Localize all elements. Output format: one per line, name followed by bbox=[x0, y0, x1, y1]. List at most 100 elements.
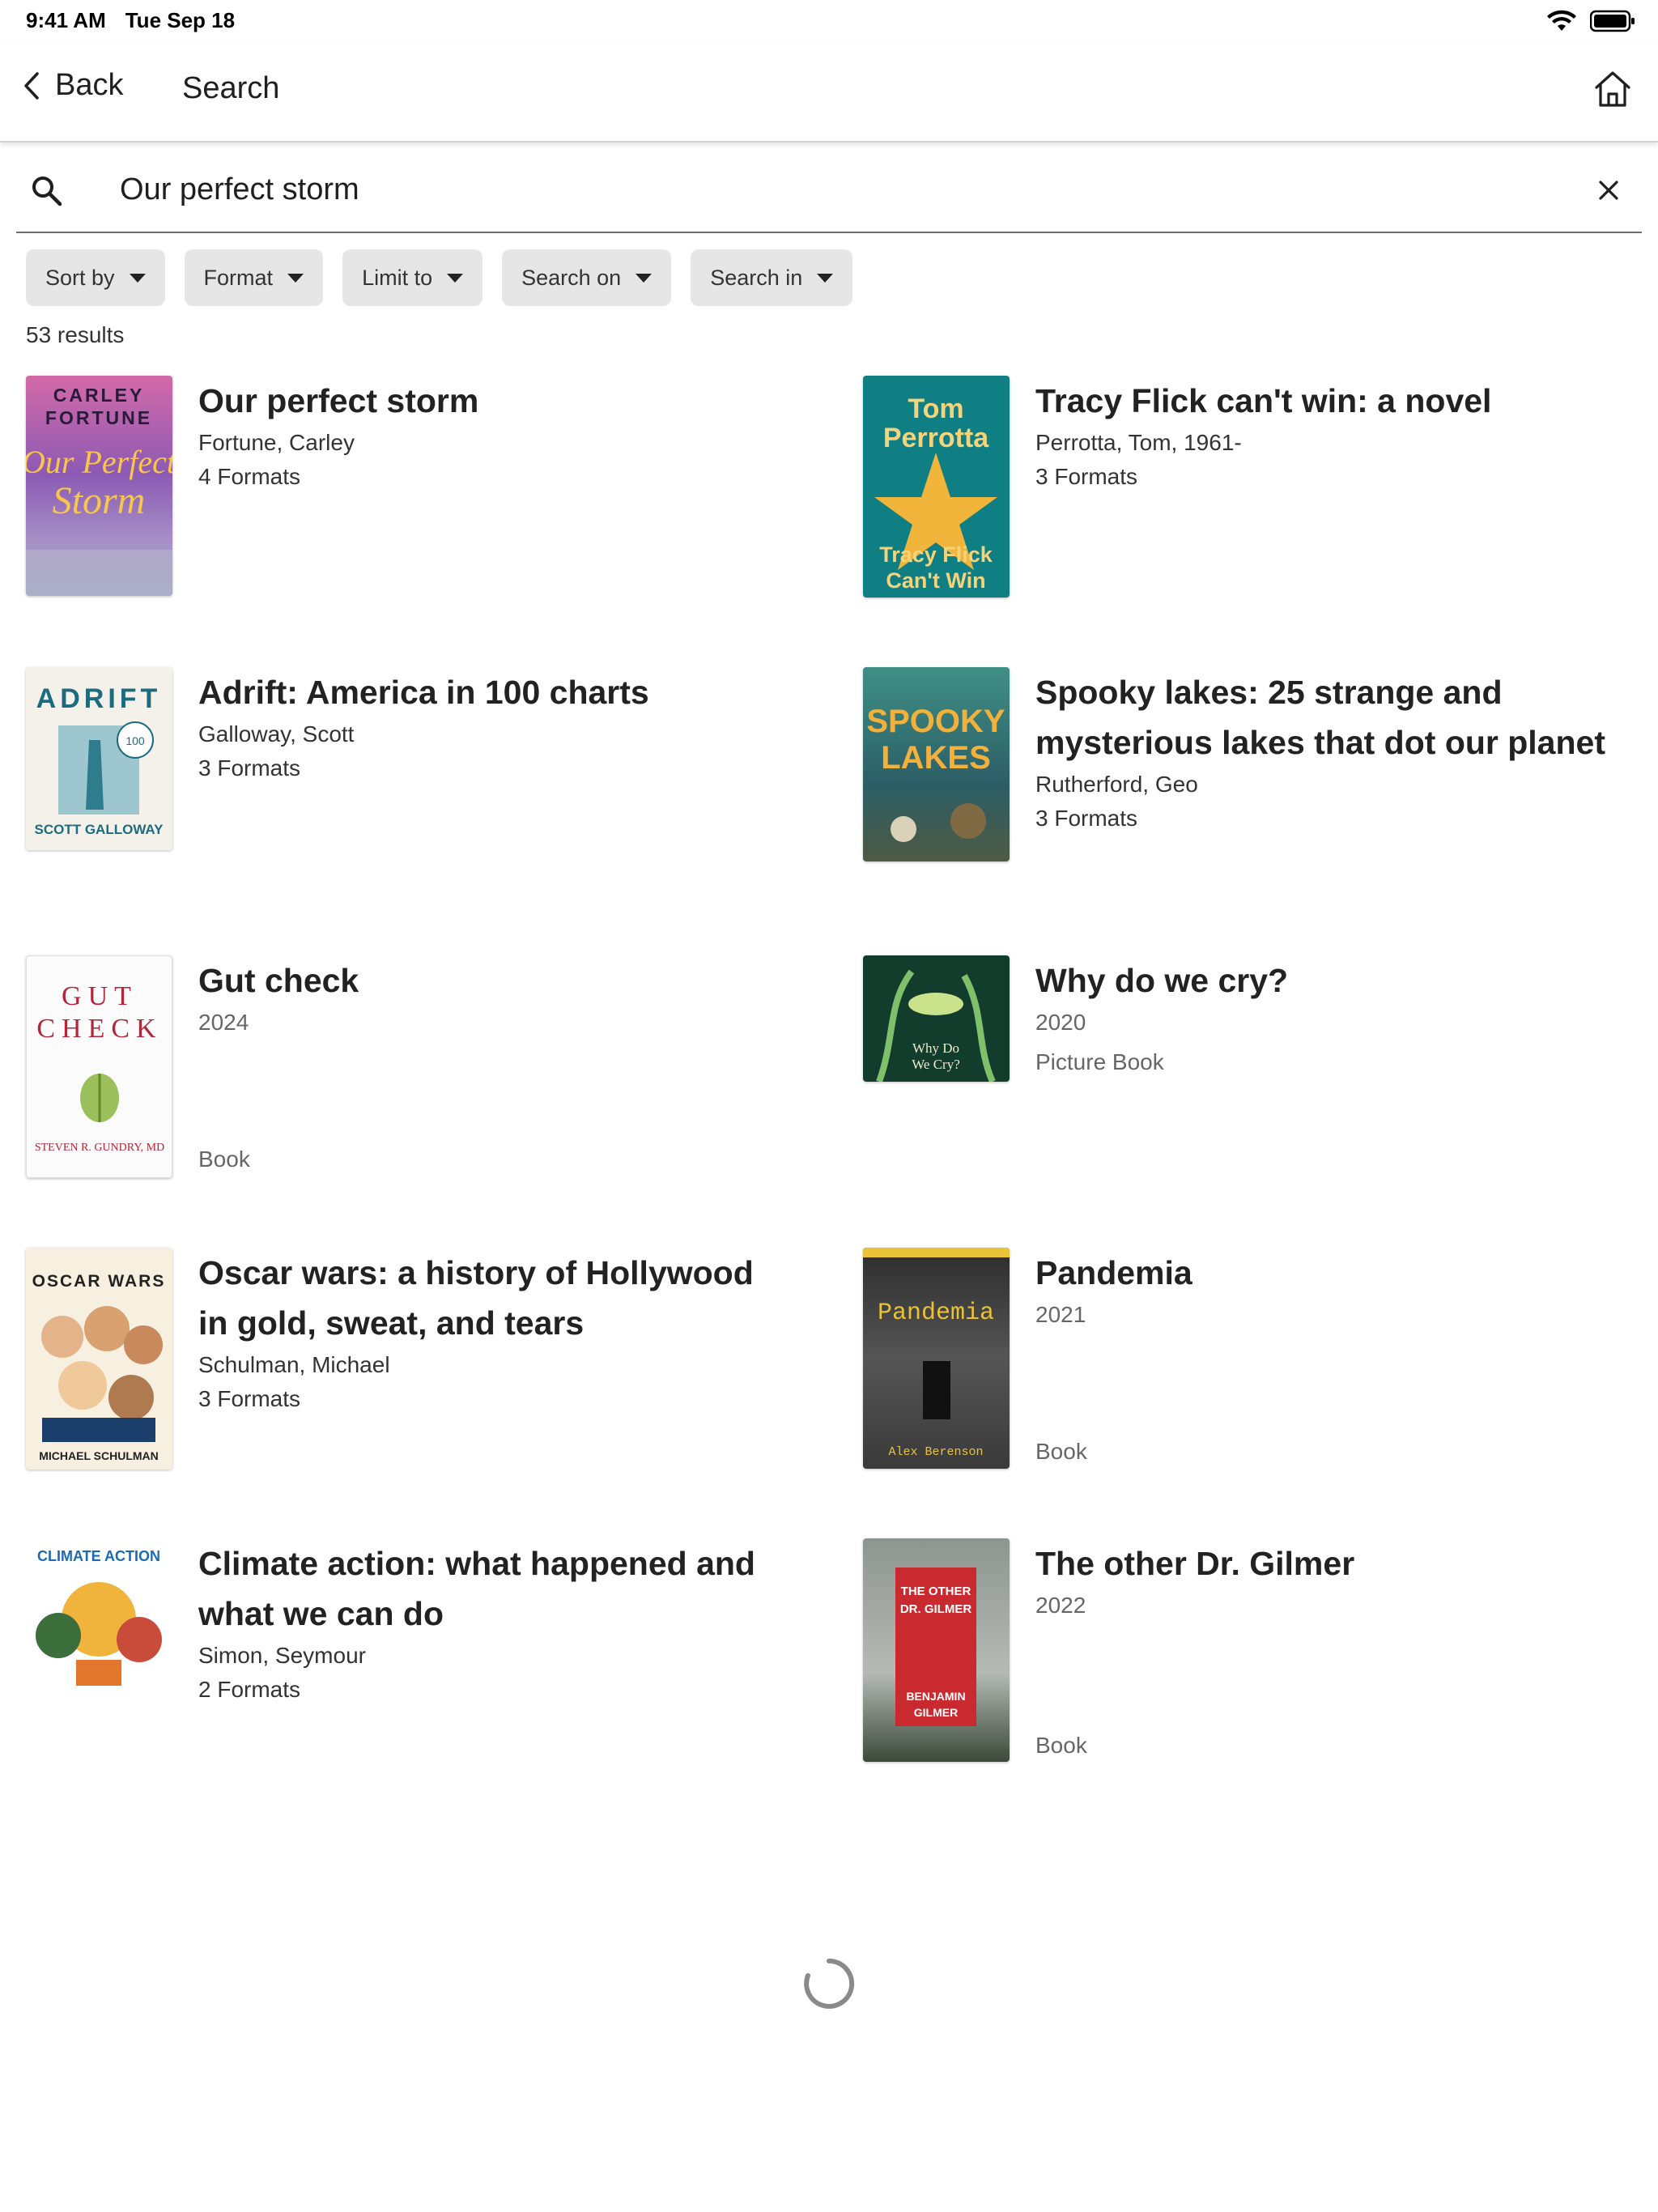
chip-label: Limit to bbox=[362, 265, 433, 290]
book-cover[interactable]: Tom Perrotta Tracy Flick Can't Win bbox=[863, 376, 1010, 598]
result-title[interactable]: Gut check bbox=[198, 955, 781, 1006]
search-icon[interactable] bbox=[31, 175, 63, 207]
chip-label: Search on bbox=[521, 265, 622, 290]
result-info: Climate action: what happened and what w… bbox=[198, 1538, 781, 1707]
result-format: Picture Book bbox=[1035, 1049, 1164, 1074]
home-button[interactable] bbox=[1592, 68, 1634, 110]
result-info: The other Dr. Gilmer 2022 bbox=[1035, 1538, 1618, 1623]
status-time-date: 9:41 AM Tue Sep 18 bbox=[26, 8, 235, 33]
spinner-icon bbox=[804, 1958, 855, 2009]
book-cover[interactable]: OSCAR WARS MICHAEL SCHULMAN bbox=[26, 1248, 172, 1470]
svg-text:CHECK: CHECK bbox=[36, 1014, 162, 1044]
svg-text:DR. GILMER: DR. GILMER bbox=[900, 1602, 971, 1616]
svg-text:LAKES: LAKES bbox=[881, 740, 991, 776]
battery-icon bbox=[1590, 10, 1635, 32]
result-author: Schulman, Michael bbox=[198, 1352, 390, 1377]
search-in-dropdown[interactable]: Search in bbox=[691, 249, 853, 306]
svg-text:Storm: Storm bbox=[53, 479, 146, 522]
result-format: Book bbox=[1035, 1733, 1087, 1758]
svg-text:OSCAR WARS: OSCAR WARS bbox=[32, 1272, 166, 1291]
search-input[interactable] bbox=[118, 165, 1494, 214]
nav-bar: Back Search bbox=[0, 42, 1658, 143]
svg-text:Alex Berenson: Alex Berenson bbox=[888, 1445, 983, 1459]
result-formats: 2 Formats bbox=[198, 1677, 301, 1702]
result-format: Book bbox=[198, 1146, 250, 1172]
book-cover[interactable]: SPOOKY LAKES bbox=[863, 667, 1010, 861]
svg-text:Can't Win: Can't Win bbox=[886, 568, 985, 593]
result-info: Adrift: America in 100 charts Galloway, … bbox=[198, 667, 781, 785]
svg-text:GILMER: GILMER bbox=[914, 1706, 958, 1719]
chip-label: Sort by bbox=[45, 265, 115, 290]
result-info: Pandemia 2021 bbox=[1035, 1248, 1618, 1332]
result-info: Oscar wars: a history of Hollywood in go… bbox=[198, 1248, 781, 1416]
filter-bar: Sort by Format Limit to Search on Search… bbox=[26, 249, 853, 306]
limit-to-dropdown[interactable]: Limit to bbox=[342, 249, 483, 306]
svg-text:SPOOKY: SPOOKY bbox=[866, 704, 1005, 739]
page-title: Search bbox=[182, 71, 280, 105]
result-formats: 3 Formats bbox=[1035, 464, 1138, 489]
result-author: Perrotta, Tom, 1961- bbox=[1035, 430, 1242, 455]
svg-text:BENJAMIN: BENJAMIN bbox=[906, 1690, 965, 1703]
result-format: Book bbox=[1035, 1439, 1087, 1464]
status-bar: 9:41 AM Tue Sep 18 bbox=[0, 0, 1658, 42]
caret-down-icon bbox=[287, 273, 304, 283]
caret-down-icon bbox=[447, 273, 464, 283]
result-title[interactable]: Adrift: America in 100 charts bbox=[198, 667, 781, 717]
svg-text:Why Do: Why Do bbox=[912, 1040, 959, 1056]
sort-by-dropdown[interactable]: Sort by bbox=[26, 249, 165, 306]
home-icon bbox=[1595, 71, 1630, 107]
book-cover[interactable]: THE OTHER DR. GILMER BENJAMIN GILMER bbox=[863, 1538, 1010, 1762]
book-cover[interactable]: CARLEY FORTUNE Our Perfect Storm bbox=[26, 376, 172, 596]
status-time: 9:41 AM bbox=[26, 8, 106, 32]
svg-text:THE OTHER: THE OTHER bbox=[901, 1585, 971, 1598]
result-info: Gut check 2024 bbox=[198, 955, 781, 1040]
result-info: Why do we cry? 2020 bbox=[1035, 955, 1618, 1040]
result-author: Simon, Seymour bbox=[198, 1643, 366, 1668]
svg-text:Pandemia: Pandemia bbox=[878, 1300, 994, 1327]
result-title[interactable]: Our perfect storm bbox=[198, 376, 781, 426]
search-on-dropdown[interactable]: Search on bbox=[502, 249, 672, 306]
caret-down-icon bbox=[129, 273, 146, 283]
svg-text:ADRIFT: ADRIFT bbox=[36, 683, 162, 714]
svg-text:We Cry?: We Cry? bbox=[912, 1057, 960, 1072]
back-button[interactable]: Back bbox=[23, 68, 123, 103]
svg-text:CLIMATE ACTION: CLIMATE ACTION bbox=[37, 1548, 160, 1564]
search-bar bbox=[16, 146, 1642, 233]
chip-label: Format bbox=[203, 265, 274, 290]
book-cover[interactable]: Pandemia Alex Berenson bbox=[863, 1248, 1010, 1469]
book-cover[interactable]: CLIMATE ACTION bbox=[26, 1538, 172, 1686]
book-cover[interactable]: Why Do We Cry? bbox=[863, 955, 1010, 1082]
result-formats: 3 Formats bbox=[198, 755, 301, 781]
result-info: Spooky lakes: 25 strange and mysterious … bbox=[1035, 667, 1618, 836]
svg-text:STEVEN R. GUNDRY, MD: STEVEN R. GUNDRY, MD bbox=[35, 1142, 164, 1154]
result-info: Our perfect storm Fortune, Carley 4 Form… bbox=[198, 376, 781, 494]
book-cover[interactable]: ADRIFT 100 SCOTT GALLOWAY bbox=[26, 667, 172, 850]
result-title[interactable]: Spooky lakes: 25 strange and mysterious … bbox=[1035, 667, 1618, 768]
caret-down-icon bbox=[817, 273, 834, 283]
chip-label: Search in bbox=[710, 265, 803, 290]
result-title[interactable]: The other Dr. Gilmer bbox=[1035, 1538, 1618, 1589]
svg-text:100: 100 bbox=[125, 734, 145, 747]
svg-text:SCOTT GALLOWAY: SCOTT GALLOWAY bbox=[35, 822, 164, 837]
results-count: 53 results bbox=[26, 322, 125, 347]
close-icon[interactable] bbox=[1598, 180, 1619, 201]
svg-text:FORTUNE: FORTUNE bbox=[45, 407, 152, 428]
result-author: Fortune, Carley bbox=[198, 430, 355, 455]
book-cover[interactable]: GUT CHECK STEVEN R. GUNDRY, MD bbox=[26, 955, 172, 1178]
result-author: Galloway, Scott bbox=[198, 721, 355, 747]
result-title[interactable]: Pandemia bbox=[1035, 1248, 1618, 1298]
result-title[interactable]: Why do we cry? bbox=[1035, 955, 1618, 1006]
caret-down-icon bbox=[636, 273, 653, 283]
result-year: 2021 bbox=[1035, 1302, 1086, 1327]
result-year: 2024 bbox=[198, 1010, 249, 1035]
result-year: 2022 bbox=[1035, 1593, 1086, 1618]
svg-text:Tom: Tom bbox=[908, 393, 963, 424]
svg-text:GUT: GUT bbox=[62, 981, 138, 1011]
result-formats: 4 Formats bbox=[198, 464, 301, 489]
result-title[interactable]: Climate action: what happened and what w… bbox=[198, 1538, 781, 1639]
result-info: Tracy Flick can't win: a novel Perrotta,… bbox=[1035, 376, 1618, 494]
result-title[interactable]: Tracy Flick can't win: a novel bbox=[1035, 376, 1618, 426]
svg-text:Perrotta: Perrotta bbox=[883, 423, 989, 453]
format-dropdown[interactable]: Format bbox=[184, 249, 324, 306]
result-title[interactable]: Oscar wars: a history of Hollywood in go… bbox=[198, 1248, 781, 1348]
